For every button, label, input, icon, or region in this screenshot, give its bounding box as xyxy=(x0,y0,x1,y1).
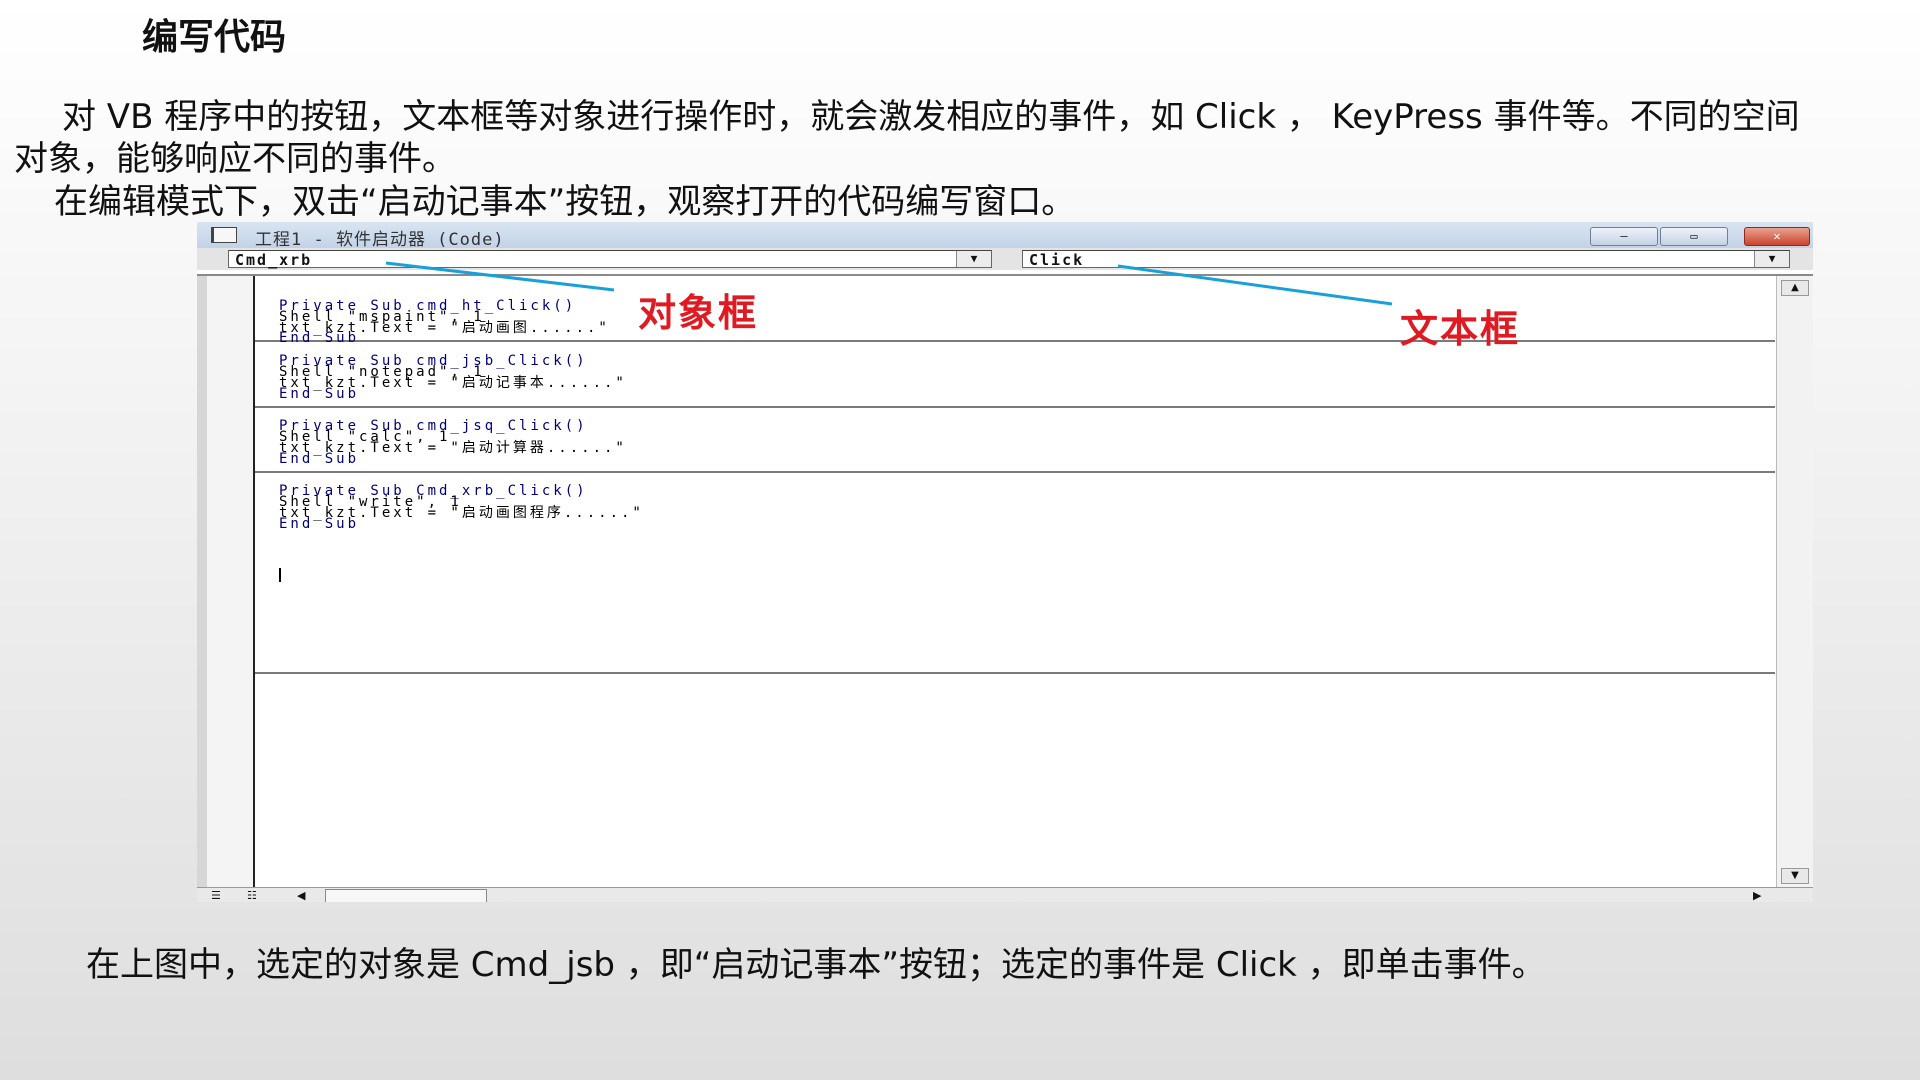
procedure-block[interactable]: Private Sub cmd_ht_Click() Shell "mspain… xyxy=(255,276,1775,345)
procedure-block[interactable]: Private Sub cmd_jsq_Click() Shell "calc"… xyxy=(255,407,1775,473)
vb-code-window: 工程1 - 软件启动器 (Code) — ▭ ✕ Cmd_xrb ▼ Click… xyxy=(197,222,1813,902)
close-icon: ✕ xyxy=(1773,229,1781,243)
scroll-left-icon[interactable]: ◀ xyxy=(297,889,305,902)
close-button[interactable]: ✕ xyxy=(1744,227,1810,246)
instruction-paragraph: 在编辑模式下，双击“启动记事本”按钮，观察打开的代码编写窗口。 xyxy=(54,182,1076,222)
object-combo[interactable]: Cmd_xrb ▼ xyxy=(228,250,992,269)
scroll-up-icon[interactable]: ▲ xyxy=(1781,280,1809,296)
minimize-button[interactable]: — xyxy=(1590,227,1658,246)
intro-paragraph-line-1: 对 VB 程序中的按钮，文本框等对象进行操作时，就会激发相应的事件，如 Clic… xyxy=(62,97,1800,137)
caption-paragraph: 在上图中，选定的对象是 Cmd_jsb ，即“启动记事本”按钮；选定的事件是 C… xyxy=(86,945,1546,985)
scroll-right-icon[interactable]: ▶ xyxy=(1753,889,1761,902)
object-box-annotation: 对象框 xyxy=(638,291,759,335)
combo-bar: Cmd_xrb ▼ Click ▼ xyxy=(197,248,1813,270)
code-area[interactable]: Private Sub cmd_ht_Click() Shell "mspain… xyxy=(255,276,1775,888)
chevron-down-icon[interactable]: ▼ xyxy=(956,251,991,267)
procedure-footer: End Sub xyxy=(279,516,360,532)
margin-indicator-bar[interactable] xyxy=(207,276,255,888)
maximize-icon: ▭ xyxy=(1690,229,1698,243)
window-title: 工程1 - 软件启动器 (Code) xyxy=(255,230,505,250)
procedure-combo[interactable]: Click ▼ xyxy=(1022,250,1790,269)
window-titlebar[interactable]: 工程1 - 软件启动器 (Code) — ▭ ✕ xyxy=(197,222,1813,250)
text-cursor xyxy=(279,568,281,582)
scroll-down-icon[interactable]: ▼ xyxy=(1781,868,1809,884)
intro-paragraph-line-2: 对象，能够响应不同的事件。 xyxy=(14,139,456,179)
procedure-combo-value: Click xyxy=(1029,251,1085,269)
slide-title: 编写代码 xyxy=(142,17,287,58)
code-window-icon xyxy=(211,227,237,243)
procedure-footer: End Sub xyxy=(279,386,360,402)
procedure-footer: End Sub xyxy=(279,451,360,467)
procedure-view-icon[interactable]: ☰ xyxy=(211,889,221,902)
code-editor[interactable]: Private Sub cmd_ht_Click() Shell "mspain… xyxy=(197,274,1813,902)
maximize-button[interactable]: ▭ xyxy=(1660,227,1728,246)
procedure-block[interactable]: Private Sub cmd_jsb_Click() Shell "notep… xyxy=(255,342,1775,408)
minimize-icon: — xyxy=(1620,229,1628,243)
chevron-down-icon[interactable]: ▼ xyxy=(1754,251,1789,267)
full-module-view-icon[interactable]: ☷ xyxy=(247,889,257,902)
procedure-block[interactable]: Private Sub Cmd_xrb_Click() Shell "write… xyxy=(255,472,1775,674)
vertical-scrollbar[interactable]: ▲ ▼ xyxy=(1776,276,1813,888)
editor-left-border xyxy=(197,276,207,902)
object-combo-value: Cmd_xrb xyxy=(235,251,313,269)
text-box-annotation: 文本框 xyxy=(1400,307,1521,351)
horizontal-scrollbar[interactable]: ☰ ☷ ◀ ▶ xyxy=(197,887,1813,902)
horizontal-scroll-thumb[interactable] xyxy=(325,889,487,902)
